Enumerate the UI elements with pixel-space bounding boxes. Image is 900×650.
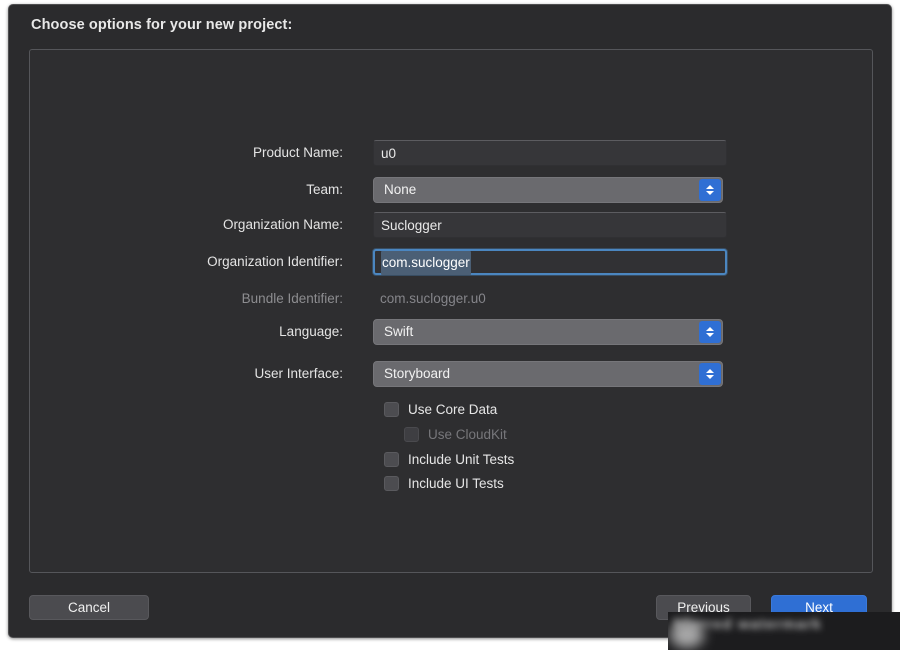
form-row: Product Name: <box>30 140 872 166</box>
cancel-button[interactable]: Cancel <box>29 595 149 620</box>
checkbox-icon[interactable] <box>384 401 399 417</box>
popup-selected-value: Storyboard <box>384 366 451 381</box>
popup-selected-value: Swift <box>384 324 414 339</box>
options-panel: Product Name: Team: None Organization Name:… <box>29 49 873 573</box>
checkbox-icon[interactable] <box>384 475 399 491</box>
next-button[interactable]: Next <box>771 595 867 620</box>
checkbox-icon <box>404 426 419 442</box>
new-project-options-dialog: Choose options for your new project: Pro… <box>8 4 892 638</box>
checkbox-row[interactable]: Include Unit Tests <box>384 448 514 470</box>
field-control: None <box>373 177 723 203</box>
field-control: Storyboard <box>373 361 723 387</box>
popup-button[interactable]: Swift <box>373 319 723 345</box>
checkbox-label: Include Unit Tests <box>408 451 515 467</box>
text-input[interactable] <box>373 212 727 238</box>
field-label: Team: <box>306 182 343 197</box>
selected-text: com.suclogger <box>381 251 471 275</box>
checkbox-row: Use CloudKit <box>404 423 507 445</box>
field-control: com.suclogger <box>373 249 727 275</box>
field-label: Language: <box>279 324 343 339</box>
popup-button[interactable]: None <box>373 177 723 203</box>
checkbox-label: Use CloudKit <box>428 426 507 442</box>
readonly-value: com.suclogger.u0 <box>380 291 486 306</box>
form-row: Organization Identifier: com.suclogger <box>30 249 872 275</box>
form-row: Language: Swift <box>30 319 872 345</box>
field-control: Swift <box>373 319 723 345</box>
field-label: Product Name: <box>252 145 343 160</box>
chevron-up-down-icon[interactable] <box>699 363 721 385</box>
checkbox-row[interactable]: Use Core Data <box>384 398 497 420</box>
field-control: com.suclogger.u0 <box>373 286 727 312</box>
form-row: User Interface: Storyboard <box>30 361 872 387</box>
field-label: Organization Name: <box>222 217 343 232</box>
field-control <box>373 140 727 166</box>
field-control <box>373 212 727 238</box>
checkbox-icon[interactable] <box>384 451 399 467</box>
form-row: Team: None <box>30 177 872 203</box>
popup-selected-value: None <box>384 182 417 197</box>
text-input-focused[interactable]: com.suclogger <box>373 249 727 275</box>
field-label: User Interface: <box>254 366 343 381</box>
form-row: Organization Name: <box>30 212 872 238</box>
checkbox-label: Include UI Tests <box>408 475 504 491</box>
field-label: Bundle Identifier: <box>241 291 343 306</box>
checkbox-label: Use Core Data <box>408 401 498 417</box>
screenshot-root: Choose options for your new project: Pro… <box>0 0 900 650</box>
previous-button[interactable]: Previous <box>656 595 751 620</box>
text-input[interactable] <box>373 140 727 166</box>
form-row: Bundle Identifier: com.suclogger.u0 <box>30 286 872 312</box>
field-label: Organization Identifier: <box>207 254 343 269</box>
chevron-up-down-icon[interactable] <box>699 179 721 201</box>
checkbox-row[interactable]: Include UI Tests <box>384 472 504 494</box>
dialog-title: Choose options for your new project: <box>31 17 293 33</box>
chevron-up-down-icon[interactable] <box>699 321 721 343</box>
popup-button[interactable]: Storyboard <box>373 361 723 387</box>
